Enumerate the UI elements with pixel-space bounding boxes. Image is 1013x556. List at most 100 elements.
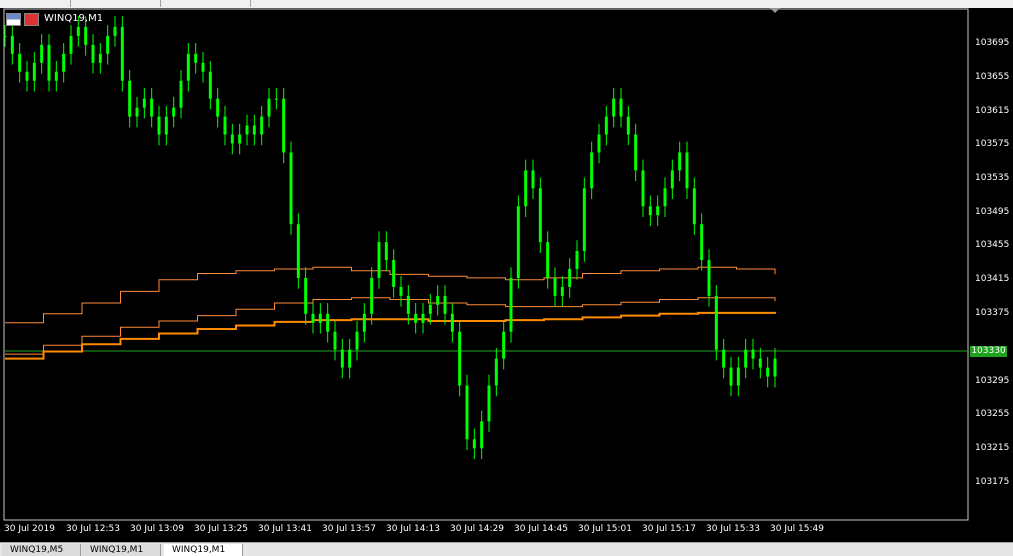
candle-body (216, 98, 220, 117)
candle-body (685, 152, 689, 189)
candle-body (150, 98, 154, 117)
candle-body (326, 313, 330, 332)
x-axis-tick-label: 30 Jul 13:57 (322, 524, 376, 534)
candle-body (634, 134, 638, 171)
candle-body (84, 26, 88, 45)
candle-body (560, 286, 564, 296)
flag-icon (24, 13, 39, 26)
candle-body (260, 116, 264, 135)
candle-body (612, 98, 616, 117)
candle-body (164, 116, 168, 135)
candle-body (421, 313, 425, 323)
candle-body (10, 35, 14, 54)
candle-body (113, 26, 117, 36)
moving-average-line (5, 297, 776, 355)
candle-body (692, 188, 696, 225)
candle-body (296, 224, 300, 278)
candle-body (663, 188, 667, 207)
candle-body (128, 80, 132, 117)
y-axis-tick-label: 103495 (975, 207, 1010, 217)
candle-body (751, 349, 755, 359)
candle-body (487, 385, 491, 422)
candle-body (656, 206, 660, 216)
y-axis-tick-label: 103575 (975, 139, 1010, 149)
candle-body (25, 71, 29, 81)
candle-body (524, 170, 528, 207)
candle-body (450, 313, 454, 332)
candle-body (194, 53, 198, 63)
candle-body (744, 349, 748, 368)
x-axis-tick-label: 30 Jul 14:29 (450, 524, 504, 534)
tab-winq19-m1[interactable]: WINQ19,M1 (82, 544, 161, 556)
candle-body (641, 170, 645, 207)
y-axis-tick-label: 103455 (975, 240, 1010, 250)
candle-body (465, 385, 469, 440)
candle-body (340, 349, 344, 368)
candle-body (40, 44, 44, 63)
y-axis-tick-label: 103695 (975, 38, 1010, 48)
candle-body (282, 98, 286, 153)
candle-body (230, 134, 234, 144)
candle-body (546, 242, 550, 278)
candle-body (91, 44, 95, 63)
candle-body (76, 26, 80, 36)
candle-body (428, 304, 432, 314)
candle-body (582, 188, 586, 252)
y-axis-tick-label: 103255 (975, 409, 1010, 419)
candle-body (179, 80, 183, 108)
candle-body (32, 62, 36, 81)
x-axis-tick-label: 30 Jul 13:41 (258, 524, 312, 534)
chart-shift-icon[interactable] (770, 8, 780, 13)
candle-body (443, 295, 447, 314)
x-axis-tick-label: 30 Jul 15:33 (706, 524, 760, 534)
candle-body (736, 367, 740, 386)
candles-layer (3, 16, 777, 460)
candle-body (509, 277, 513, 332)
chart-title: WINQ19,M1 (44, 13, 104, 24)
candle-body (304, 277, 308, 314)
y-axis-tick-label: 103295 (975, 376, 1010, 386)
x-axis-tick-label: 30 Jul 15:01 (578, 524, 632, 534)
candle-body (311, 313, 315, 323)
tab-winq19-m1-active[interactable]: WINQ19,M1 (164, 544, 243, 556)
x-axis-tick-label: 30 Jul 13:25 (194, 524, 248, 534)
candle-body (714, 295, 718, 350)
chart-window[interactable]: WINQ19,M1 103695 103655 103615 103575 10… (0, 0, 1013, 556)
moving-average-layer (5, 266, 776, 360)
candle-body (362, 313, 366, 332)
candle-body (648, 206, 652, 216)
candle-body (62, 53, 66, 72)
candle-body (106, 35, 110, 54)
candle-body (575, 251, 579, 269)
current-price-label: 103330 (970, 346, 1007, 357)
plot-border (3, 8, 969, 521)
candle-body (458, 331, 462, 386)
candle-body (333, 331, 337, 350)
candle-body (384, 242, 388, 261)
candle-body (289, 152, 293, 225)
x-axis-tick-label: 30 Jul 14:13 (386, 524, 440, 534)
candle-body (480, 421, 484, 449)
candle-body (538, 188, 542, 243)
candle-body (406, 295, 410, 314)
price-chart-canvas[interactable] (0, 0, 1013, 542)
candle-body (318, 313, 322, 323)
candle-body (472, 439, 476, 449)
candle-body (516, 206, 520, 278)
x-axis-tick-label: 30 Jul 2019 (4, 524, 55, 534)
y-axis-tick-label: 103215 (975, 443, 1010, 453)
candle-body (245, 125, 249, 135)
candle-body (186, 53, 190, 81)
candle-body (590, 152, 594, 189)
tab-winq19-m5[interactable]: WINQ19,M5 (2, 544, 81, 556)
candle-body (604, 116, 608, 135)
candle-body (553, 277, 557, 296)
candle-body (267, 98, 271, 117)
y-axis-tick-label: 103415 (975, 274, 1010, 284)
chart-tabs-bar: WINQ19,M5 WINQ19,M1 WINQ19,M1 (0, 542, 1013, 556)
x-axis-tick-label: 30 Jul 14:45 (514, 524, 568, 534)
chart-window-icon (6, 13, 21, 26)
candle-body (377, 242, 381, 278)
candle-body (678, 152, 682, 171)
candle-body (355, 331, 359, 350)
